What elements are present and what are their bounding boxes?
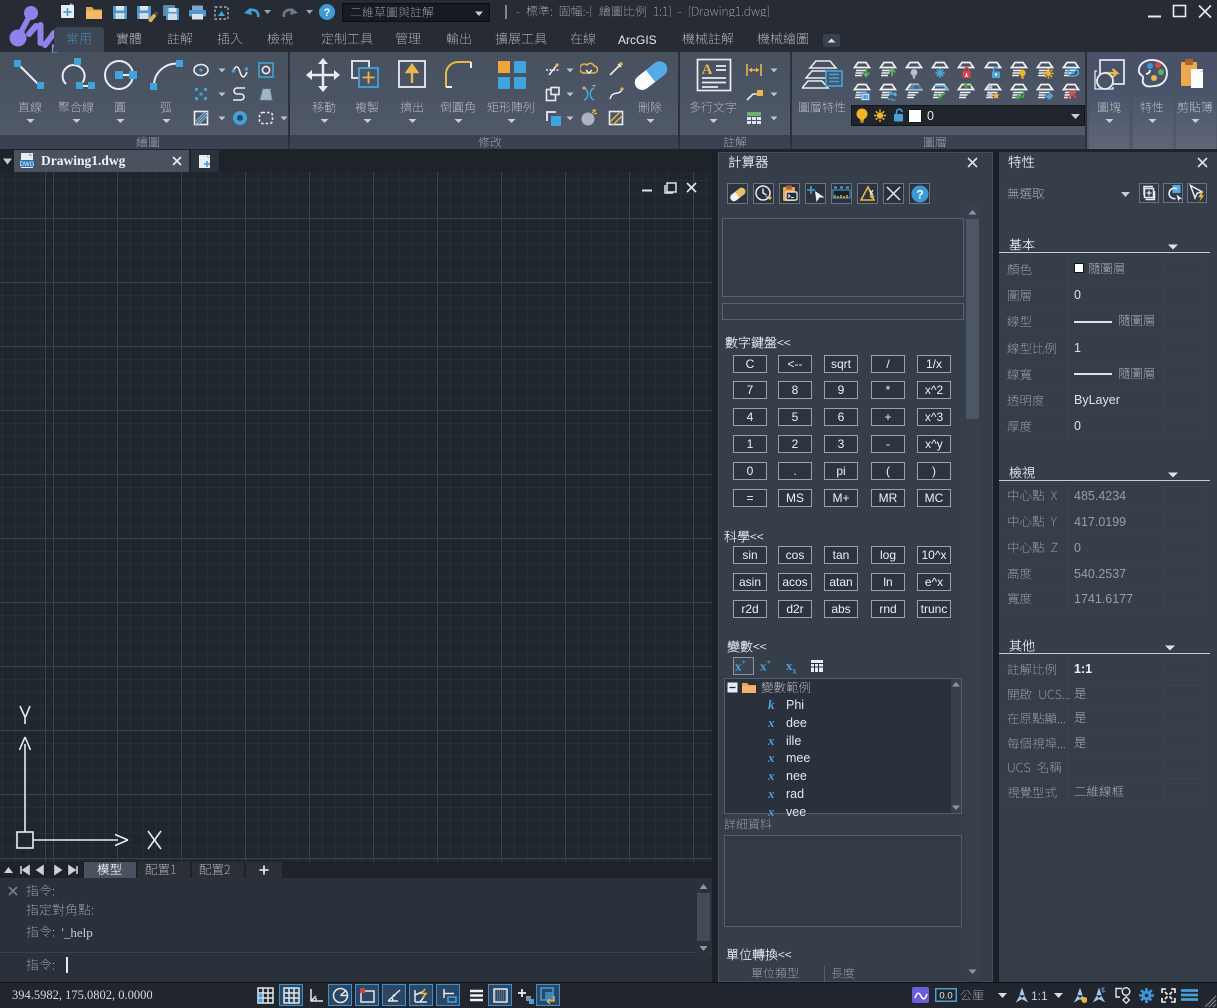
svg-text:DWG: DWG bbox=[20, 162, 35, 168]
svg-text:A: A bbox=[702, 62, 713, 78]
svg-text:0.0: 0.0 bbox=[939, 991, 952, 1002]
svg-text:?: ? bbox=[324, 7, 331, 19]
svg-text:?: ? bbox=[916, 188, 923, 202]
